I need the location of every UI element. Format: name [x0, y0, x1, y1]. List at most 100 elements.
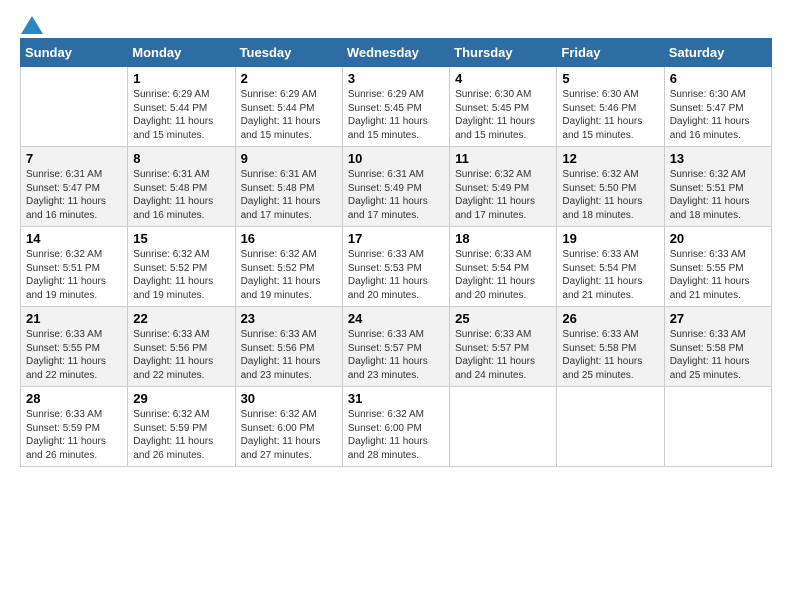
calendar-cell: 21 Sunrise: 6:33 AMSunset: 5:55 PMDayligh… [21, 307, 128, 387]
day-number: 24 [348, 311, 444, 326]
day-info: Sunrise: 6:32 AMSunset: 5:49 PMDaylight:… [455, 168, 551, 222]
weekday-header: Friday [557, 39, 664, 67]
day-number: 3 [348, 71, 444, 86]
day-info: Sunrise: 6:33 AMSunset: 5:56 PMDaylight:… [133, 328, 229, 382]
day-info: Sunrise: 6:32 AMSunset: 6:00 PMDaylight:… [348, 408, 444, 462]
day-number: 8 [133, 151, 229, 166]
day-number: 13 [670, 151, 766, 166]
day-info: Sunrise: 6:30 AMSunset: 5:45 PMDaylight:… [455, 88, 551, 142]
day-info: Sunrise: 6:33 AMSunset: 5:56 PMDaylight:… [241, 328, 337, 382]
calendar-cell: 14 Sunrise: 6:32 AMSunset: 5:51 PMDayligh… [21, 227, 128, 307]
logo-bird-icon [21, 16, 43, 34]
weekday-header: Sunday [21, 39, 128, 67]
day-number: 4 [455, 71, 551, 86]
day-info: Sunrise: 6:33 AMSunset: 5:58 PMDaylight:… [670, 328, 766, 382]
calendar-cell: 15 Sunrise: 6:32 AMSunset: 5:52 PMDayligh… [128, 227, 235, 307]
day-info: Sunrise: 6:30 AMSunset: 5:46 PMDaylight:… [562, 88, 658, 142]
calendar-cell: 16 Sunrise: 6:32 AMSunset: 5:52 PMDayligh… [235, 227, 342, 307]
day-info: Sunrise: 6:33 AMSunset: 5:55 PMDaylight:… [670, 248, 766, 302]
calendar-cell: 17 Sunrise: 6:33 AMSunset: 5:53 PMDayligh… [342, 227, 449, 307]
day-info: Sunrise: 6:33 AMSunset: 5:54 PMDaylight:… [562, 248, 658, 302]
day-info: Sunrise: 6:33 AMSunset: 5:58 PMDaylight:… [562, 328, 658, 382]
day-number: 14 [26, 231, 122, 246]
day-number: 12 [562, 151, 658, 166]
calendar-cell: 27Sunrise: 6:33 AMSunset: 5:58 PMDayligh… [664, 307, 771, 387]
weekday-header: Saturday [664, 39, 771, 67]
day-info: Sunrise: 6:33 AMSunset: 5:53 PMDaylight:… [348, 248, 444, 302]
day-info: Sunrise: 6:31 AMSunset: 5:48 PMDaylight:… [133, 168, 229, 222]
calendar-cell [557, 387, 664, 467]
calendar-week-row: 14 Sunrise: 6:32 AMSunset: 5:51 PMDayligh… [21, 227, 772, 307]
day-info: Sunrise: 6:31 AMSunset: 5:47 PMDaylight:… [26, 168, 122, 222]
calendar-cell: 20 Sunrise: 6:33 AMSunset: 5:55 PMDayligh… [664, 227, 771, 307]
calendar-cell [664, 387, 771, 467]
day-info: Sunrise: 6:29 AMSunset: 5:45 PMDaylight:… [348, 88, 444, 142]
day-number: 28 [26, 391, 122, 406]
day-number: 1 [133, 71, 229, 86]
weekday-header: Thursday [450, 39, 557, 67]
page-header [20, 20, 772, 28]
day-number: 22 [133, 311, 229, 326]
day-info: Sunrise: 6:33 AMSunset: 5:55 PMDaylight:… [26, 328, 122, 382]
day-info: Sunrise: 6:29 AMSunset: 5:44 PMDaylight:… [241, 88, 337, 142]
day-number: 31 [348, 391, 444, 406]
day-number: 5 [562, 71, 658, 86]
logo [20, 20, 43, 28]
calendar-week-row: 7 Sunrise: 6:31 AMSunset: 5:47 PMDaylight… [21, 147, 772, 227]
day-number: 2 [241, 71, 337, 86]
day-number: 7 [26, 151, 122, 166]
calendar-cell: 4 Sunrise: 6:30 AMSunset: 5:45 PMDaylight… [450, 67, 557, 147]
calendar-cell: 1 Sunrise: 6:29 AMSunset: 5:44 PMDaylight… [128, 67, 235, 147]
day-info: Sunrise: 6:33 AMSunset: 5:54 PMDaylight:… [455, 248, 551, 302]
day-info: Sunrise: 6:33 AMSunset: 5:57 PMDaylight:… [455, 328, 551, 382]
weekday-header: Tuesday [235, 39, 342, 67]
day-info: Sunrise: 6:31 AMSunset: 5:48 PMDaylight:… [241, 168, 337, 222]
calendar-cell [450, 387, 557, 467]
calendar-cell: 5 Sunrise: 6:30 AMSunset: 5:46 PMDaylight… [557, 67, 664, 147]
calendar-cell: 11Sunrise: 6:32 AMSunset: 5:49 PMDayligh… [450, 147, 557, 227]
weekday-header: Wednesday [342, 39, 449, 67]
day-number: 25 [455, 311, 551, 326]
calendar-header: SundayMondayTuesdayWednesdayThursdayFrid… [21, 39, 772, 67]
calendar-cell: 29Sunrise: 6:32 AMSunset: 5:59 PMDayligh… [128, 387, 235, 467]
calendar-cell [21, 67, 128, 147]
calendar-cell: 6 Sunrise: 6:30 AMSunset: 5:47 PMDaylight… [664, 67, 771, 147]
day-info: Sunrise: 6:32 AMSunset: 6:00 PMDaylight:… [241, 408, 337, 462]
day-info: Sunrise: 6:32 AMSunset: 5:51 PMDaylight:… [26, 248, 122, 302]
calendar-cell: 9 Sunrise: 6:31 AMSunset: 5:48 PMDaylight… [235, 147, 342, 227]
day-number: 30 [241, 391, 337, 406]
calendar-cell: 18 Sunrise: 6:33 AMSunset: 5:54 PMDayligh… [450, 227, 557, 307]
calendar-cell: 13Sunrise: 6:32 AMSunset: 5:51 PMDayligh… [664, 147, 771, 227]
calendar-cell: 7 Sunrise: 6:31 AMSunset: 5:47 PMDaylight… [21, 147, 128, 227]
calendar-cell: 30 Sunrise: 6:32 AMSunset: 6:00 PMDayligh… [235, 387, 342, 467]
day-number: 10 [348, 151, 444, 166]
day-info: Sunrise: 6:32 AMSunset: 5:52 PMDaylight:… [241, 248, 337, 302]
calendar-cell: 23Sunrise: 6:33 AMSunset: 5:56 PMDayligh… [235, 307, 342, 387]
calendar-cell: 22 Sunrise: 6:33 AMSunset: 5:56 PMDayligh… [128, 307, 235, 387]
day-number: 16 [241, 231, 337, 246]
day-info: Sunrise: 6:32 AMSunset: 5:50 PMDaylight:… [562, 168, 658, 222]
calendar-week-row: 21 Sunrise: 6:33 AMSunset: 5:55 PMDayligh… [21, 307, 772, 387]
day-number: 15 [133, 231, 229, 246]
calendar-week-row: 28Sunrise: 6:33 AMSunset: 5:59 PMDayligh… [21, 387, 772, 467]
calendar-cell: 8 Sunrise: 6:31 AMSunset: 5:48 PMDaylight… [128, 147, 235, 227]
day-number: 9 [241, 151, 337, 166]
calendar-table: SundayMondayTuesdayWednesdayThursdayFrid… [20, 38, 772, 467]
calendar-cell: 2 Sunrise: 6:29 AMSunset: 5:44 PMDaylight… [235, 67, 342, 147]
weekday-header: Monday [128, 39, 235, 67]
day-info: Sunrise: 6:31 AMSunset: 5:49 PMDaylight:… [348, 168, 444, 222]
calendar-cell: 3 Sunrise: 6:29 AMSunset: 5:45 PMDaylight… [342, 67, 449, 147]
day-number: 18 [455, 231, 551, 246]
day-number: 6 [670, 71, 766, 86]
calendar-cell: 31 Sunrise: 6:32 AMSunset: 6:00 PMDayligh… [342, 387, 449, 467]
day-number: 21 [26, 311, 122, 326]
day-info: Sunrise: 6:29 AMSunset: 5:44 PMDaylight:… [133, 88, 229, 142]
day-info: Sunrise: 6:32 AMSunset: 5:52 PMDaylight:… [133, 248, 229, 302]
calendar-cell: 24Sunrise: 6:33 AMSunset: 5:57 PMDayligh… [342, 307, 449, 387]
calendar-cell: 10 Sunrise: 6:31 AMSunset: 5:49 PMDayligh… [342, 147, 449, 227]
day-info: Sunrise: 6:30 AMSunset: 5:47 PMDaylight:… [670, 88, 766, 142]
calendar-cell: 28Sunrise: 6:33 AMSunset: 5:59 PMDayligh… [21, 387, 128, 467]
day-number: 20 [670, 231, 766, 246]
day-number: 19 [562, 231, 658, 246]
day-number: 17 [348, 231, 444, 246]
